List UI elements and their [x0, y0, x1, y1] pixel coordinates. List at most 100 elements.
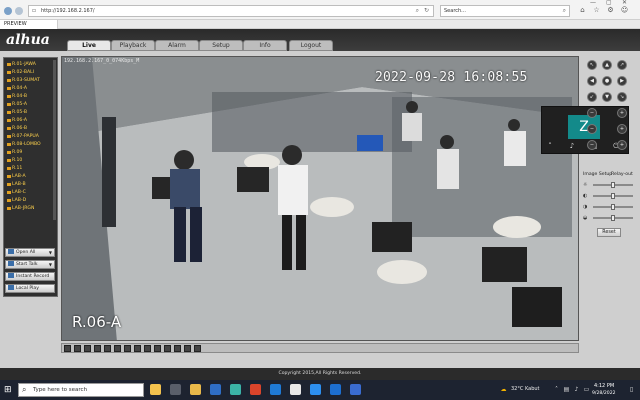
slider-thumb[interactable] [611, 204, 615, 210]
file-explorer-icon[interactable] [190, 384, 201, 395]
camera-item[interactable]: R.06-B [7, 126, 27, 133]
camera-item[interactable]: LAB-JRGN [7, 206, 34, 213]
camera-item[interactable]: R.07-PAPUA [7, 134, 39, 141]
home-icon[interactable]: ⌂ [578, 6, 587, 15]
close-icon[interactable]: ✕ [622, 0, 627, 6]
tab-setup[interactable]: Setup [199, 40, 243, 51]
layout-9-icon[interactable] [84, 345, 91, 352]
contrast-slider[interactable] [593, 193, 633, 199]
camera-item[interactable]: R.08-LOMBO [7, 142, 41, 149]
taskbar-search-input[interactable]: ⌕ Type here to search [18, 383, 144, 397]
notifications-icon[interactable]: ▯ [628, 386, 635, 393]
news-widget-icon[interactable] [150, 384, 161, 395]
ptz-right-button[interactable]: ▶ [617, 76, 627, 86]
reset-button[interactable]: Reset [597, 228, 621, 237]
close-all-icon[interactable] [174, 345, 181, 352]
weather-icon[interactable]: ☁ [500, 386, 507, 393]
camera-list-scrollbar[interactable] [53, 60, 56, 220]
saturation-slider[interactable] [593, 204, 633, 210]
camera-item[interactable]: R.11 [7, 166, 22, 173]
ptz-up-left-button[interactable]: ↖ [587, 60, 597, 70]
search-icon[interactable]: ⌕ [416, 7, 419, 15]
iris-open-button[interactable]: + [617, 140, 627, 150]
refresh-icon[interactable]: ↻ [424, 7, 429, 14]
tray-chevron-icon[interactable]: ˄ [553, 386, 560, 393]
chrome-icon[interactable] [290, 384, 301, 395]
settings-icon[interactable] [194, 345, 201, 352]
zoom-out-button[interactable]: − [587, 108, 597, 118]
tab-info[interactable]: Info [243, 40, 287, 51]
camera-item[interactable]: R.10 [7, 158, 22, 165]
camera-item[interactable]: R.03-SUMAT [7, 78, 40, 85]
edge-icon[interactable] [230, 384, 241, 395]
tab-logout[interactable]: Logout [289, 40, 333, 51]
feedback-icon[interactable]: ☺ [620, 6, 629, 15]
tab-alarm[interactable]: Alarm [155, 40, 199, 51]
browser-tab[interactable]: PREVIEW [0, 20, 58, 29]
weather-text[interactable]: 32°C Kabut [511, 386, 540, 392]
forward-icon[interactable] [15, 7, 23, 15]
local-play-button[interactable]: Local Play [5, 284, 55, 293]
focus-far-button[interactable]: + [617, 124, 627, 134]
snapshot-icon[interactable] [134, 345, 141, 352]
camera-item[interactable]: R.01-JAWA [7, 62, 36, 69]
favorites-icon[interactable]: ☆ [592, 6, 601, 15]
ptz-up-button[interactable]: ▲ [602, 60, 612, 70]
camera-item[interactable]: LAB-A [7, 174, 26, 181]
office-icon[interactable] [250, 384, 261, 395]
camera-item[interactable]: LAB-C [7, 190, 26, 197]
layout-4-icon[interactable] [74, 345, 81, 352]
ptz-down-left-button[interactable]: ↙ [587, 92, 597, 102]
iris-close-button[interactable]: − [587, 140, 597, 150]
fluency-icon[interactable] [124, 345, 131, 352]
focus-near-button[interactable]: − [587, 124, 597, 134]
clock-time[interactable]: 4:12 PM [594, 383, 614, 389]
camera-item[interactable]: R.02-BALI [7, 70, 34, 77]
battery-icon[interactable]: ▭ [583, 386, 590, 393]
volume-icon[interactable]: ♪ [573, 386, 580, 393]
image-setup-tab[interactable]: Image Setup [583, 172, 612, 177]
ptz-down-right-button[interactable]: ↘ [617, 92, 627, 102]
zoom-app-icon[interactable] [310, 384, 321, 395]
fullscreen-icon[interactable] [104, 345, 111, 352]
live-video[interactable]: 192.168.2.167_0_074Kbps_M 2022-09-28 16:… [61, 56, 579, 341]
slider-thumb[interactable] [611, 182, 615, 188]
slider-thumb[interactable] [611, 193, 615, 199]
audio-icon[interactable] [154, 345, 161, 352]
camera-item[interactable]: R.06-A [7, 118, 27, 125]
record-icon[interactable] [144, 345, 151, 352]
brightness-slider[interactable] [593, 182, 633, 188]
back-icon[interactable] [4, 7, 12, 15]
camera-item[interactable]: R.05-A [7, 102, 27, 109]
word-icon[interactable] [350, 384, 361, 395]
minimize-icon[interactable]: — [590, 0, 596, 6]
start-talk-button[interactable]: Start Talk ▼ [5, 260, 55, 269]
layout-1-icon[interactable] [64, 345, 71, 352]
aspect-ratio-icon[interactable] [114, 345, 121, 352]
camera-item[interactable]: LAB-D [7, 198, 26, 205]
maximize-icon[interactable]: ▢ [606, 0, 612, 6]
zoom-icon[interactable] [164, 345, 171, 352]
ptz-up-right-button[interactable]: ↗ [617, 60, 627, 70]
camera-item[interactable]: R.04-B [7, 94, 27, 101]
hue-slider[interactable] [593, 215, 633, 221]
camera-item[interactable]: R.05-B [7, 110, 27, 117]
camera-item[interactable]: R.09 [7, 150, 22, 157]
zoom-in-button[interactable]: + [617, 108, 627, 118]
camera-item[interactable]: R.04-A [7, 86, 27, 93]
camera-item[interactable]: LAB-B [7, 182, 26, 189]
ptz-down-button[interactable]: ▼ [602, 92, 612, 102]
search-icon[interactable]: ⌕ [563, 7, 566, 15]
store-icon[interactable] [210, 384, 221, 395]
slider-thumb[interactable] [611, 215, 615, 221]
settings-icon[interactable]: ⚙ [606, 6, 615, 15]
outlook-icon[interactable] [330, 384, 341, 395]
microphone-icon[interactable]: ♪ [568, 142, 576, 150]
address-bar[interactable]: ▫ http://192.168.2.167/ ⌕ ↻ [28, 5, 434, 17]
network-icon[interactable]: ▤ [563, 386, 570, 393]
tab-live[interactable]: Live [67, 40, 111, 51]
browser-search-input[interactable]: Search... ⌕ [440, 5, 570, 17]
ptz-icon[interactable] [184, 345, 191, 352]
ptz-center-button[interactable]: ● [602, 76, 612, 86]
instant-record-button[interactable]: Instant Record [5, 272, 55, 281]
